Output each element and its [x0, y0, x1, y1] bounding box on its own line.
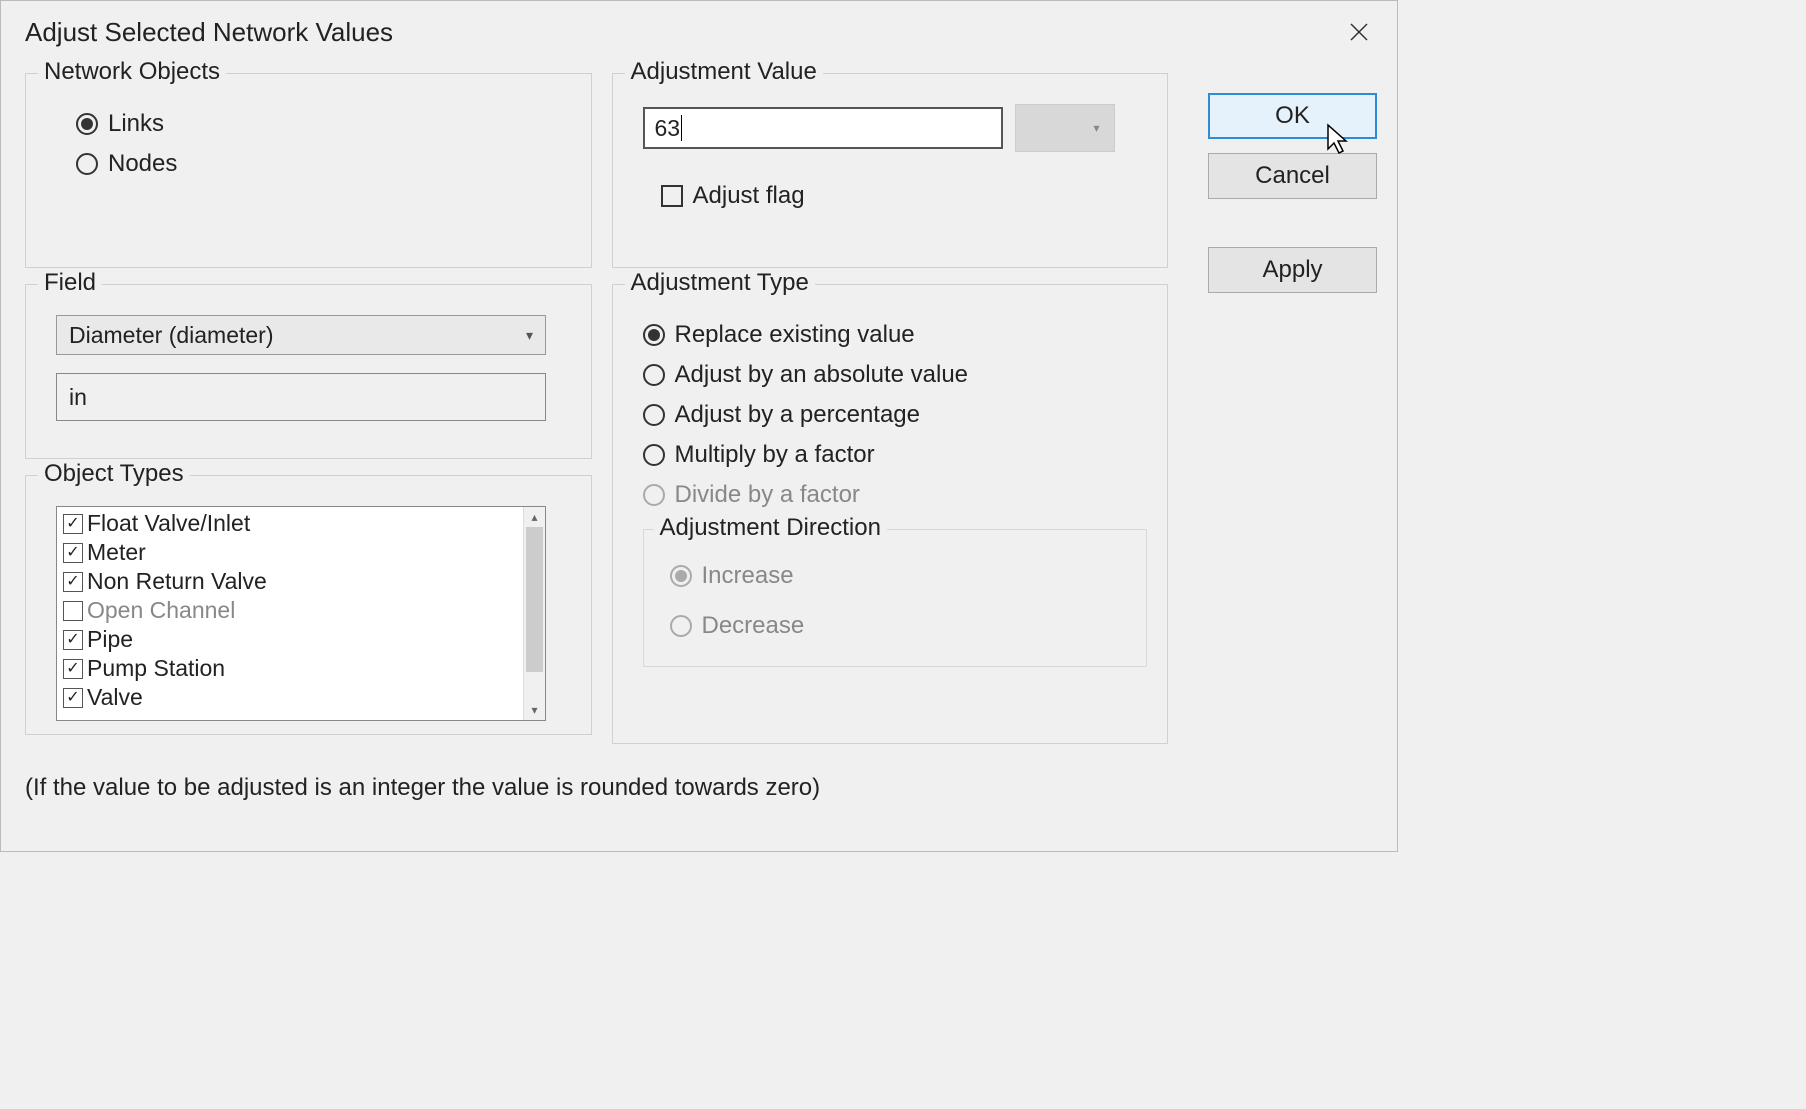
- scroll-up-icon[interactable]: ▴: [531, 507, 537, 527]
- list-item[interactable]: ✓Pump Station: [57, 654, 545, 683]
- list-item-label: Open Channel: [87, 597, 235, 624]
- close-button[interactable]: [1329, 2, 1389, 62]
- checkbox-icon: ✓: [63, 630, 83, 650]
- apply-button[interactable]: Apply: [1208, 247, 1377, 293]
- ok-button[interactable]: OK: [1208, 93, 1377, 139]
- adjustment-value-input[interactable]: 63: [643, 107, 1003, 149]
- adjustment-type-title: Adjustment Type: [625, 269, 815, 297]
- radio-icon: [670, 615, 692, 637]
- radio-decrease: Decrease: [670, 606, 1127, 646]
- radio-icon: [643, 444, 665, 466]
- list-item[interactable]: ✓Meter: [57, 538, 545, 567]
- field-dropdown[interactable]: Diameter (diameter) ▾: [56, 315, 546, 355]
- radio-percentage-label: Adjust by a percentage: [675, 401, 921, 429]
- radio-divide-label: Divide by a factor: [675, 481, 860, 509]
- list-item-label: Non Return Valve: [87, 568, 267, 595]
- checkbox-icon: ✓: [63, 688, 83, 708]
- list-item-label: Float Valve/Inlet: [87, 510, 250, 537]
- titlebar: Adjust Selected Network Values: [1, 1, 1397, 63]
- adjustment-direction-title: Adjustment Direction: [654, 514, 887, 542]
- adjustment-value-group: Adjustment Value 63 ▾ Adjust flag: [612, 73, 1169, 268]
- list-item[interactable]: ✓Float Valve/Inlet: [57, 509, 545, 538]
- object-types-group: Object Types ✓Float Valve/Inlet✓Meter✓No…: [25, 475, 592, 735]
- object-types-title: Object Types: [38, 460, 190, 488]
- right-column: OK Cancel Apply: [1208, 73, 1377, 744]
- network-objects-title: Network Objects: [38, 58, 226, 86]
- checkbox-icon: ✓: [63, 514, 83, 534]
- radio-divide: Divide by a factor: [643, 475, 1148, 515]
- radio-links-label: Links: [108, 110, 164, 138]
- radio-links[interactable]: Links: [76, 104, 571, 144]
- radio-icon: [670, 565, 692, 587]
- adjustment-type-group: Adjustment Type Replace existing value A…: [612, 284, 1169, 744]
- radio-icon: [76, 113, 98, 135]
- list-item-label: Meter: [87, 539, 146, 566]
- radio-replace[interactable]: Replace existing value: [643, 315, 1148, 355]
- field-unit-display: in: [56, 373, 546, 421]
- adjustment-direction-group: Adjustment Direction Increase Decrease: [643, 529, 1148, 667]
- radio-icon: [643, 404, 665, 426]
- radio-multiply-label: Multiply by a factor: [675, 441, 875, 469]
- dialog-title: Adjust Selected Network Values: [25, 17, 393, 48]
- radio-percentage[interactable]: Adjust by a percentage: [643, 395, 1148, 435]
- scroll-thumb[interactable]: [526, 527, 543, 672]
- adjust-flag-label: Adjust flag: [693, 182, 805, 210]
- checkbox-icon: ✓: [63, 543, 83, 563]
- list-item[interactable]: ✓Pipe: [57, 625, 545, 654]
- radio-icon: [643, 364, 665, 386]
- chevron-down-icon: ▾: [1093, 121, 1099, 135]
- field-dropdown-value: Diameter (diameter): [69, 322, 274, 349]
- scroll-down-icon[interactable]: ▾: [531, 700, 537, 720]
- list-item[interactable]: ✓Non Return Valve: [57, 567, 545, 596]
- scrollbar[interactable]: ▴ ▾: [523, 507, 545, 720]
- middle-column: Adjustment Value 63 ▾ Adjust flag Adjust…: [612, 73, 1169, 744]
- radio-icon: [643, 484, 665, 506]
- list-item-label: Valve: [87, 684, 143, 711]
- radio-replace-label: Replace existing value: [675, 321, 915, 349]
- radio-icon: [76, 153, 98, 175]
- radio-increase: Increase: [670, 556, 1127, 596]
- checkbox-icon: ✓: [63, 572, 83, 592]
- list-item-label: Pipe: [87, 626, 133, 653]
- radio-multiply[interactable]: Multiply by a factor: [643, 435, 1148, 475]
- cancel-button[interactable]: Cancel: [1208, 153, 1377, 199]
- list-item[interactable]: ✓Valve: [57, 683, 545, 712]
- adjustment-value-text: 63: [655, 115, 681, 142]
- radio-nodes[interactable]: Nodes: [76, 144, 571, 184]
- radio-increase-label: Increase: [702, 562, 794, 590]
- field-unit-value: in: [69, 384, 87, 411]
- footnote: (If the value to be adjusted is an integ…: [1, 754, 1397, 802]
- field-group: Field Diameter (diameter) ▾ in: [25, 284, 592, 459]
- field-title: Field: [38, 269, 102, 297]
- radio-decrease-label: Decrease: [702, 612, 805, 640]
- adjust-flag-checkbox[interactable]: Adjust flag: [661, 176, 1148, 216]
- list-item: Open Channel: [57, 596, 545, 625]
- adjustment-unit-dropdown[interactable]: ▾: [1015, 104, 1115, 152]
- checkbox-icon: ✓: [63, 659, 83, 679]
- chevron-down-icon: ▾: [526, 327, 533, 344]
- checkbox-icon: [661, 185, 683, 207]
- radio-icon: [643, 324, 665, 346]
- dialog-window: Adjust Selected Network Values Network O…: [0, 0, 1398, 852]
- close-icon: [1350, 23, 1368, 41]
- left-column: Network Objects Links Nodes Field Diamet…: [25, 73, 592, 744]
- radio-absolute[interactable]: Adjust by an absolute value: [643, 355, 1148, 395]
- network-objects-group: Network Objects Links Nodes: [25, 73, 592, 268]
- object-types-listbox[interactable]: ✓Float Valve/Inlet✓Meter✓Non Return Valv…: [56, 506, 546, 721]
- checkbox-icon: [63, 601, 83, 621]
- radio-nodes-label: Nodes: [108, 150, 177, 178]
- radio-absolute-label: Adjust by an absolute value: [675, 361, 969, 389]
- list-item-label: Pump Station: [87, 655, 225, 682]
- dialog-content: Network Objects Links Nodes Field Diamet…: [1, 63, 1397, 754]
- adjustment-value-title: Adjustment Value: [625, 58, 823, 86]
